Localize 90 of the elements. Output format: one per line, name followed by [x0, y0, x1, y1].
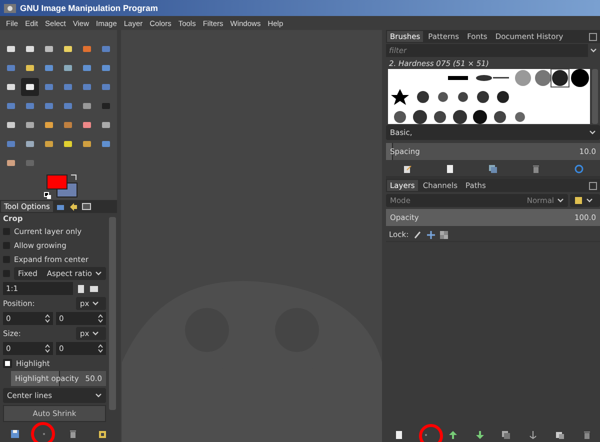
spin-arrows-icon[interactable] — [45, 314, 50, 323]
spin-arrows-icon[interactable] — [98, 344, 103, 353]
tool-icon — [7, 84, 15, 90]
tool-icon — [83, 65, 91, 71]
tool-icon — [102, 84, 110, 90]
tool-icon — [83, 141, 91, 147]
arrow-up-icon[interactable] — [448, 430, 458, 440]
tool-icon — [83, 122, 91, 128]
tool-icon — [45, 141, 53, 147]
trash-icon[interactable] — [530, 164, 541, 174]
tool-icon — [7, 103, 15, 109]
portrait-icon[interactable] — [77, 284, 85, 294]
composite-dropdown[interactable] — [570, 194, 600, 207]
image-icon[interactable] — [80, 201, 92, 212]
composite-mode-icon — [574, 196, 583, 205]
reset-icon[interactable] — [97, 429, 108, 439]
save-icon[interactable] — [10, 429, 20, 439]
checkbox[interactable] — [3, 228, 10, 234]
tool-icon — [26, 84, 34, 90]
tool-icon — [64, 141, 72, 147]
tool-icon — [7, 46, 15, 52]
checkbox[interactable] — [3, 270, 10, 277]
undo-icon[interactable] — [68, 201, 79, 212]
tool-icon — [45, 65, 53, 71]
tool-icon — [45, 122, 53, 128]
tool-icon — [64, 46, 72, 52]
tool-icon — [45, 103, 53, 109]
brush-lock-icon[interactable] — [414, 230, 422, 238]
arrow-down-icon[interactable] — [474, 430, 485, 440]
tool-icon — [26, 46, 34, 52]
tool-button[interactable] — [21, 78, 39, 96]
chevron-down-icon — [95, 393, 102, 398]
chevron-down-icon — [586, 198, 593, 203]
merge-icon[interactable] — [554, 430, 565, 440]
tool-icon — [64, 65, 72, 71]
tool-icon — [26, 65, 34, 71]
checkbox[interactable] — [3, 242, 10, 248]
tool-icon — [102, 122, 110, 128]
circle-annotation — [419, 424, 443, 442]
checkbox[interactable] — [3, 256, 10, 262]
tool-icon — [7, 160, 15, 166]
tool-icon — [102, 103, 110, 109]
tool-icon — [102, 65, 110, 71]
chevron-down-icon — [95, 271, 102, 276]
tool-icon — [45, 46, 53, 52]
scrollbar[interactable] — [592, 69, 598, 124]
tool-icon — [26, 103, 34, 109]
trash-icon[interactable] — [68, 429, 78, 439]
tool-icon — [64, 103, 72, 109]
tool-icon — [64, 84, 72, 90]
checkbox[interactable] — [3, 358, 12, 368]
tool-icon — [7, 141, 15, 147]
tool-icon — [26, 122, 34, 128]
chevron-down-icon — [92, 301, 100, 306]
duplicate-icon[interactable] — [501, 430, 512, 440]
app-icon — [4, 4, 16, 12]
scrollbar[interactable] — [109, 217, 116, 410]
chevron-down-icon — [590, 48, 597, 53]
chevron-down-icon — [92, 331, 100, 336]
tool-icon — [7, 65, 15, 71]
tab-menu-icon[interactable] — [589, 182, 597, 190]
tool-icon — [102, 46, 110, 52]
new-layer-icon[interactable] — [394, 430, 404, 440]
tool-icon — [102, 141, 110, 147]
tool-icon — [45, 84, 53, 90]
move-lock-icon[interactable] — [426, 230, 435, 238]
tab-menu-icon[interactable] — [589, 32, 597, 40]
spin-arrows-icon[interactable] — [98, 314, 103, 323]
trash-icon[interactable] — [582, 430, 592, 440]
landscape-icon[interactable] — [89, 284, 99, 292]
window-title: GNU Image Manipulation Program — [20, 3, 158, 13]
circle-annotation — [31, 422, 55, 442]
spin-arrows-icon[interactable] — [45, 344, 50, 353]
chevron-down-icon — [589, 130, 596, 135]
duplicate-icon[interactable] — [488, 164, 498, 174]
tool-icon — [26, 141, 34, 147]
edit-icon[interactable] — [402, 164, 412, 174]
new-document-icon[interactable] — [445, 164, 456, 174]
tool-icon — [83, 103, 91, 109]
brush-grid-drawing[interactable] — [388, 69, 590, 124]
tool-icon — [7, 122, 15, 128]
tool-icon — [83, 84, 91, 90]
chevron-down-icon — [557, 198, 564, 203]
tool-icon — [26, 160, 34, 166]
color-swatches-drawing[interactable] — [44, 174, 80, 200]
tool-icon — [64, 122, 72, 128]
alpha-lock-icon[interactable] — [440, 230, 448, 238]
anchor-icon[interactable] — [528, 430, 538, 440]
refresh-icon[interactable] — [574, 164, 584, 174]
tool-icon — [83, 46, 91, 52]
